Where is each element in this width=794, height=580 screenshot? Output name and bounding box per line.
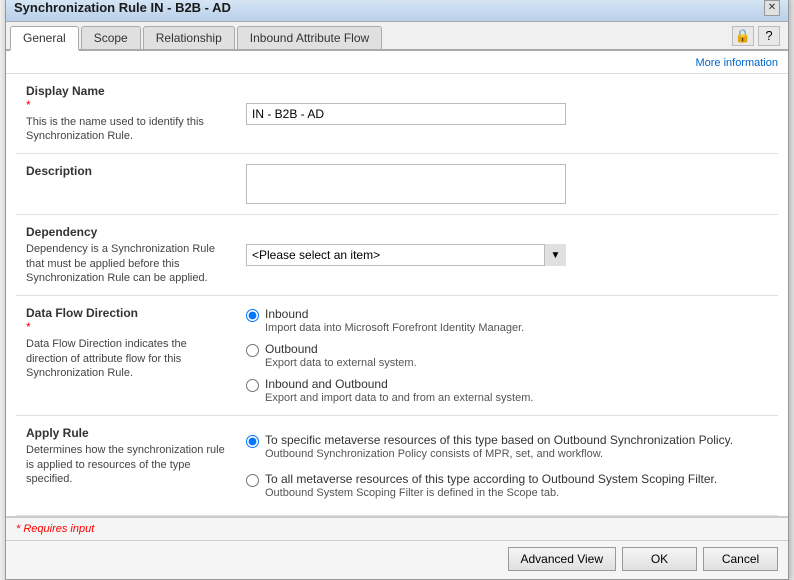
dependency-label-col: Dependency Dependency is a Synchronizati… [16,215,236,295]
radio-inbound-label-wrap: Inbound Import data into Microsoft Foref… [265,307,524,334]
requires-row: * Requires input [6,518,788,540]
data-flow-row: Data Flow Direction * Data Flow Directio… [16,296,778,416]
radio-outbound-item: Outbound Export data to external system. [246,342,768,369]
radio-inbound-outbound-hint: Export and import data to and from an ex… [265,392,533,404]
button-row: Advanced View OK Cancel [6,540,788,579]
apply-all-item: To all metaverse resources of this type … [246,472,768,499]
star-icon: 🔒 [735,28,751,44]
display-name-required: * [26,98,31,112]
dependency-select-wrap: <Please select an item> ▼ [246,244,566,266]
apply-specific-label-wrap: To specific metaverse resources of this … [265,433,733,460]
data-flow-control: Inbound Import data into Microsoft Foref… [236,296,778,415]
description-label: Description [26,164,226,178]
apply-rule-radio-group: To specific metaverse resources of this … [246,433,768,499]
apply-all-label: To all metaverse resources of this type … [265,472,717,486]
description-control [236,154,778,214]
radio-inbound-item: Inbound Import data into Microsoft Foref… [246,307,768,334]
title-bar: Synchronization Rule IN - B2B - AD ✕ [6,0,788,22]
star-icon-btn[interactable]: 🔒 [732,26,754,46]
radio-apply-all[interactable] [246,474,259,487]
radio-inbound-outbound-label-wrap: Inbound and Outbound Export and import d… [265,377,533,404]
radio-outbound-label-wrap: Outbound Export data to external system. [265,342,417,369]
more-info-bar: More information [6,55,788,74]
apply-rule-hint: Determines how the synchronization rule … [26,443,226,486]
display-name-label: Display Name [26,84,226,98]
radio-inbound-label: Inbound [265,307,524,321]
help-icon: ? [765,28,772,43]
tabs-bar: General Scope Relationship Inbound Attri… [6,22,788,51]
dependency-control: <Please select an item> ▼ [236,215,778,295]
apply-all-hint: Outbound System Scoping Filter is define… [265,487,717,499]
apply-rule-label: Apply Rule [26,426,226,440]
radio-inbound[interactable] [246,309,259,322]
radio-outbound[interactable] [246,344,259,357]
display-name-label-col: Display Name * This is the name used to … [16,74,236,154]
window-title: Synchronization Rule IN - B2B - AD [14,0,231,15]
tab-scope[interactable]: Scope [81,26,141,49]
radio-inbound-outbound[interactable] [246,379,259,392]
description-input[interactable] [246,164,566,204]
toolbar-icons: 🔒 ? [732,26,784,49]
apply-specific-label: To specific metaverse resources of this … [265,433,733,447]
display-name-row: Display Name * This is the name used to … [16,74,778,155]
apply-rule-label-col: Apply Rule Determines how the synchroniz… [16,416,236,515]
ok-button[interactable]: OK [622,547,697,571]
radio-outbound-label: Outbound [265,342,417,356]
requires-label: * Requires input [16,523,94,535]
close-button[interactable]: ✕ [764,0,780,16]
main-window: Synchronization Rule IN - B2B - AD ✕ Gen… [5,0,789,580]
advanced-view-button[interactable]: Advanced View [508,547,617,571]
data-flow-required: * [26,320,31,334]
apply-rule-row: Apply Rule Determines how the synchroniz… [16,416,778,516]
cancel-button[interactable]: Cancel [703,547,778,571]
radio-apply-specific[interactable] [246,435,259,448]
tab-general[interactable]: General [10,26,79,51]
apply-all-label-wrap: To all metaverse resources of this type … [265,472,717,499]
dependency-select[interactable]: <Please select an item> [246,244,566,266]
footer-area: * Requires input Advanced View OK Cancel [6,516,788,579]
apply-specific-item: To specific metaverse resources of this … [246,433,768,460]
data-flow-label: Data Flow Direction [26,306,226,320]
data-flow-hint: Data Flow Direction indicates the direct… [26,337,226,380]
display-name-hint: This is the name used to identify this S… [26,115,226,144]
data-flow-label-col: Data Flow Direction * Data Flow Directio… [16,296,236,415]
more-info-link[interactable]: More information [695,57,778,69]
radio-inbound-outbound-label: Inbound and Outbound [265,377,533,391]
description-label-col: Description [16,154,236,214]
form-area: Display Name * This is the name used to … [6,74,788,516]
tab-relationship[interactable]: Relationship [143,26,235,49]
content-area: More information Display Name * This is … [6,51,788,516]
radio-inbound-hint: Import data into Microsoft Forefront Ide… [265,322,524,334]
dependency-label: Dependency [26,225,226,239]
tab-inbound[interactable]: Inbound Attribute Flow [237,26,382,49]
display-name-input[interactable] [246,103,566,125]
apply-rule-control: To specific metaverse resources of this … [236,416,778,515]
radio-outbound-hint: Export data to external system. [265,357,417,369]
data-flow-radio-group: Inbound Import data into Microsoft Foref… [246,307,768,404]
display-name-control [236,74,778,154]
description-row: Description [16,154,778,215]
dependency-row: Dependency Dependency is a Synchronizati… [16,215,778,296]
radio-inbound-outbound-item: Inbound and Outbound Export and import d… [246,377,768,404]
dependency-hint: Dependency is a Synchronization Rule tha… [26,242,226,285]
help-icon-btn[interactable]: ? [758,26,780,46]
apply-specific-hint: Outbound Synchronization Policy consists… [265,448,733,460]
